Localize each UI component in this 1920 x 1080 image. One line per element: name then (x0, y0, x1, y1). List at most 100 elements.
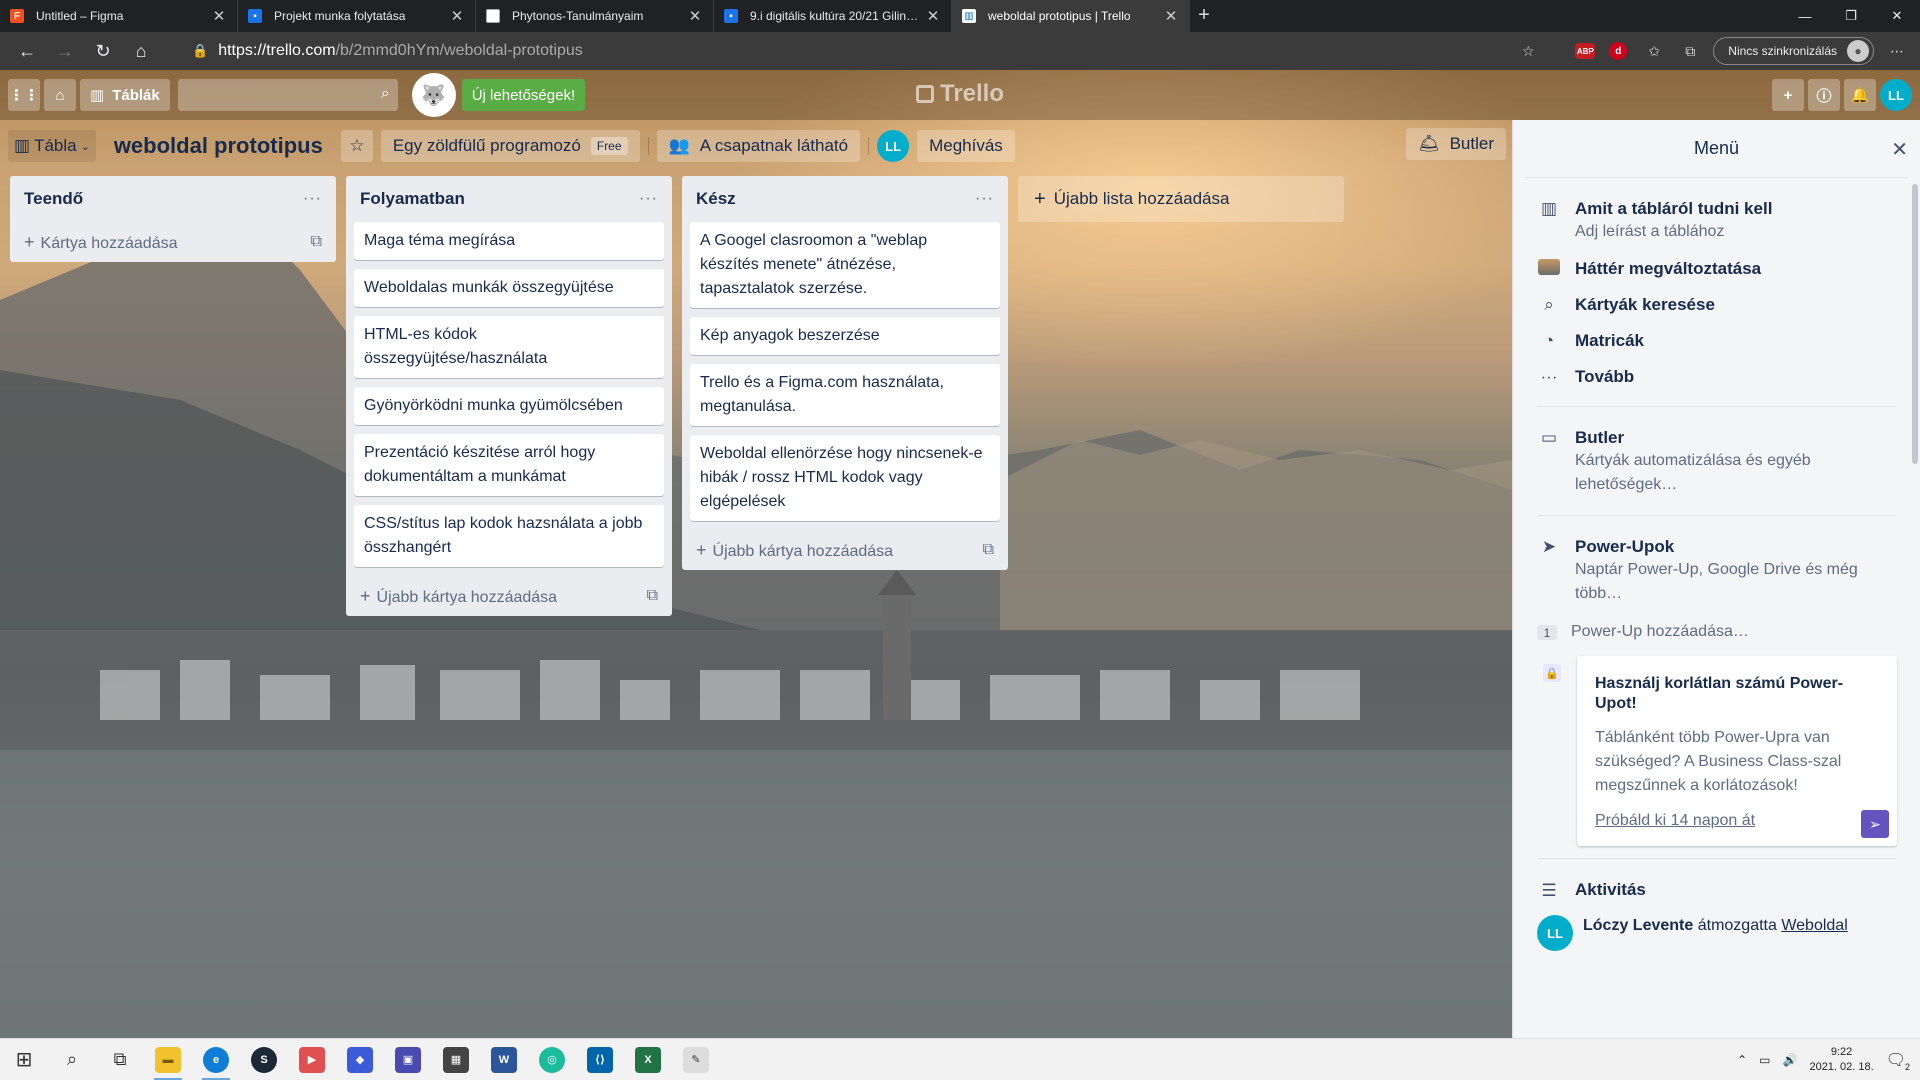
upsell-trial-link[interactable]: Próbáld ki 14 napon át (1595, 812, 1879, 830)
add-list-button[interactable]: + Újabb lista hozzáadása (1018, 176, 1344, 222)
sync-button[interactable]: Nincs szinkronizálás ● (1713, 37, 1874, 65)
apps-grid-icon[interactable]: ⋮⋮ (8, 79, 40, 111)
menu-butler[interactable]: ▭ Butler Kártyák automatizálása és egyéb… (1525, 419, 1908, 503)
network-icon[interactable]: ▭ (1759, 1053, 1770, 1067)
list-card[interactable]: Weboldal ellenörzése hogy nincsenek-e hi… (690, 435, 1000, 521)
calculator-icon[interactable]: ▦ (432, 1039, 480, 1080)
list-menu-icon[interactable]: ··· (303, 190, 322, 208)
menu-more[interactable]: ··· Tovább (1525, 358, 1908, 394)
board-view-switcher[interactable]: ▥ Tábla ⌄ (8, 130, 96, 162)
volume-icon[interactable]: 🔊 (1783, 1053, 1798, 1067)
excel-icon[interactable]: X (624, 1039, 672, 1080)
butler-button[interactable]: 🛎 Butler (1406, 128, 1507, 160)
activity-link[interactable]: Weboldal (1781, 917, 1847, 934)
list-card[interactable]: Kép anyagok beszerzése (690, 317, 1000, 355)
menu-add-power-up[interactable]: 1 Power-Up hozzáadása… (1525, 612, 1908, 650)
list-title[interactable]: Folyamatban (360, 189, 465, 209)
teal-app-icon[interactable]: ◎ (528, 1039, 576, 1080)
close-tab-icon[interactable]: ✕ (449, 7, 465, 25)
menu-search-cards[interactable]: ⌕ Kártyák keresése (1525, 286, 1908, 322)
taco-mascot-icon[interactable]: 🐺 (411, 73, 456, 117)
user-avatar[interactable]: LL (1880, 79, 1912, 111)
search-icon[interactable]: ⌕ (48, 1039, 96, 1080)
new-features-button[interactable]: Új lehetőségek! (461, 79, 586, 111)
team-button[interactable]: Egy zöldfülű programozó Free (380, 130, 640, 162)
close-tab-icon[interactable]: ✕ (687, 7, 703, 25)
member-avatar[interactable]: LL (877, 130, 910, 162)
adblock-icon[interactable]: ABP (1575, 43, 1596, 59)
add-card-button[interactable]: + Újabb kártya hozzáadása ⧉ (690, 530, 1000, 570)
list-title[interactable]: Teendő (24, 189, 83, 209)
send-icon[interactable]: ➢ (1861, 810, 1889, 838)
card-template-icon[interactable]: ⧉ (311, 233, 322, 251)
favorite-add-icon[interactable]: ☆ (1515, 38, 1541, 64)
visibility-button[interactable]: 👥 A csapatnak látható (656, 130, 861, 162)
clock[interactable]: 9:22 2021. 02. 18. (1809, 1045, 1873, 1075)
trello-logo[interactable]: Trello (915, 80, 1004, 108)
menu-about-board[interactable]: ▥ Amit a tábláról tudni kell Adj leírást… (1525, 190, 1908, 250)
restore-icon[interactable]: ❐ (1828, 0, 1874, 32)
game-launcher-icon[interactable]: ▶ (288, 1039, 336, 1080)
minimize-icon[interactable]: — (1782, 0, 1828, 32)
forward-icon[interactable]: → (46, 32, 84, 70)
list-menu-icon[interactable]: ··· (639, 190, 658, 208)
menu-scrollbar[interactable] (1912, 184, 1918, 464)
menu-change-background[interactable]: Háttér megváltoztatása (1525, 250, 1908, 286)
list-card[interactable]: Prezentáció készitése arról hogy dokumen… (354, 434, 664, 496)
close-tab-icon[interactable]: ✕ (211, 7, 227, 25)
activity-user[interactable]: Lóczy Levente (1583, 917, 1693, 934)
word-icon[interactable]: W (480, 1039, 528, 1080)
add-card-button[interactable]: + Újabb kártya hozzáadása ⧉ (354, 576, 664, 616)
new-tab-button[interactable]: + (1190, 0, 1218, 32)
favorites-icon[interactable]: ✩ (1641, 38, 1667, 64)
extension-d-icon[interactable]: d (1605, 38, 1631, 64)
avatar[interactable]: LL (1537, 915, 1573, 951)
paint-icon[interactable]: ✎ (672, 1039, 720, 1080)
home-button[interactable]: ⌂ (44, 79, 76, 111)
save-floppy-icon[interactable]: ▣ (384, 1039, 432, 1080)
file-explorer-icon[interactable]: ▬ (144, 1039, 192, 1080)
back-icon[interactable]: ← (8, 32, 46, 70)
browser-tab-classroom[interactable]: ▪ 9.i digitális kultúra 20/21 Giliné E ✕ (714, 0, 952, 32)
collections-icon[interactable]: ⧉ (1677, 38, 1703, 64)
close-window-icon[interactable]: ✕ (1874, 0, 1920, 32)
list-menu-icon[interactable]: ··· (975, 190, 994, 208)
notification-center-icon[interactable]: 🗨 2 (1886, 1050, 1910, 1072)
edge-browser-icon[interactable]: e (192, 1039, 240, 1080)
list-card[interactable]: Weboldalas munkák összegyüjtése (354, 269, 664, 307)
info-icon[interactable]: ⓘ (1808, 79, 1840, 111)
list-title[interactable]: Kész (696, 189, 736, 209)
close-tab-icon[interactable]: ✕ (925, 7, 941, 25)
create-plus-button[interactable]: + (1772, 79, 1804, 111)
list-card[interactable]: HTML-es kódok összegyüjtése/használata (354, 316, 664, 378)
boards-button[interactable]: ▥ Táblák (80, 79, 170, 111)
list-card[interactable]: A Googel clasroomon a "weblap készítés m… (690, 222, 1000, 308)
task-view-icon[interactable]: ⧉ (96, 1039, 144, 1080)
invite-button[interactable]: Meghívás (917, 130, 1015, 162)
steam-icon[interactable]: S (240, 1039, 288, 1080)
list-card[interactable]: Trello és a Figma.com használata, megtan… (690, 364, 1000, 426)
board-title[interactable]: weboldal prototipus (104, 130, 333, 162)
windows-start-icon[interactable]: ⊞ (0, 1039, 48, 1080)
home-icon[interactable]: ⌂ (122, 32, 160, 70)
add-card-button[interactable]: + Kártya hozzáadása ⧉ (18, 222, 328, 262)
list-card[interactable]: CSS/stítus lap kodok hazsnálata a jobb ö… (354, 505, 664, 567)
card-template-icon[interactable]: ⧉ (647, 587, 658, 605)
reload-icon[interactable]: ↻ (84, 32, 122, 70)
card-template-icon[interactable]: ⧉ (983, 541, 994, 559)
close-tab-icon[interactable]: ✕ (1163, 7, 1179, 25)
vscode-icon[interactable]: ⟨⟩ (576, 1039, 624, 1080)
notifications-bell-icon[interactable]: 🔔 (1844, 79, 1876, 111)
close-icon[interactable]: ✕ (1891, 137, 1908, 162)
url-input[interactable]: 🔒 https://trello.com/b/2mmd0hYm/weboldal… (192, 36, 1462, 66)
search-input[interactable]: ⌕ (177, 79, 398, 111)
list-card[interactable]: Gyönyörködni munka gyümölcsében (354, 387, 664, 425)
chevron-up-icon[interactable]: ⌃ (1737, 1053, 1747, 1067)
browser-tab-phytonos[interactable]: Phytonos-Tanulmányaim ✕ (476, 0, 714, 32)
list-card[interactable]: Maga téma megírása (354, 222, 664, 260)
more-options-icon[interactable]: ⋯ (1884, 38, 1910, 64)
discord-like-icon[interactable]: ◆ (336, 1039, 384, 1080)
browser-tab-trello[interactable]: ▥ weboldal prototipus | Trello ✕ (952, 0, 1190, 32)
browser-tab-projekt[interactable]: ▪ Projekt munka folytatása ✕ (238, 0, 476, 32)
browser-tab-figma[interactable]: F Untitled – Figma ✕ (0, 0, 238, 32)
